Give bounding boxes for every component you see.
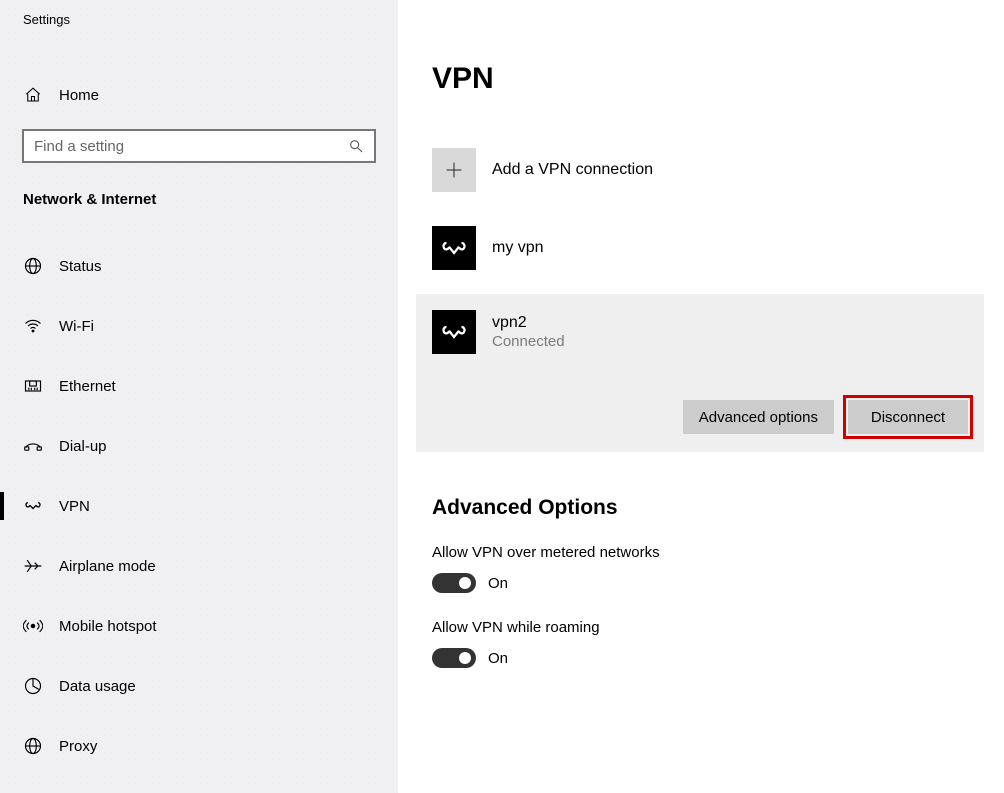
home-label: Home — [59, 87, 99, 104]
sidebar-item-label: Dial-up — [59, 438, 107, 455]
sidebar-item-label: Status — [59, 258, 102, 275]
sidebar-item-label: VPN — [59, 498, 90, 515]
nav-items: Status Wi-Fi — [0, 228, 398, 776]
hotspot-icon — [23, 616, 43, 636]
search-icon — [348, 138, 364, 154]
vpn-connection-item[interactable]: my vpn — [432, 216, 1004, 280]
vpn-icon — [23, 496, 43, 516]
proxy-icon — [23, 736, 43, 756]
sidebar-item-ethernet[interactable]: Ethernet — [0, 356, 398, 416]
advanced-options-button[interactable]: Advanced options — [683, 400, 834, 434]
sidebar-item-label: Airplane mode — [59, 558, 156, 575]
home-button[interactable]: Home — [0, 75, 398, 115]
sidebar-item-vpn[interactable]: VPN — [0, 476, 398, 536]
vpn-list: Add a VPN connection my vpn vpn2 Connect — [432, 138, 1004, 452]
sidebar-item-label: Wi-Fi — [59, 318, 94, 335]
option-label: Allow VPN while roaming — [432, 619, 1004, 636]
sidebar: Settings Home Network & Internet — [0, 0, 398, 793]
ethernet-icon — [23, 376, 43, 396]
sidebar-item-label: Mobile hotspot — [59, 618, 157, 635]
vpn-connection-item-selected[interactable]: vpn2 Connected Advanced options Disconne… — [416, 294, 984, 452]
sidebar-item-label: Data usage — [59, 678, 136, 695]
vpn-connection-name: my vpn — [492, 239, 544, 257]
sidebar-item-label: Proxy — [59, 738, 97, 755]
vpn-connection-name: vpn2 — [492, 314, 565, 332]
option-roaming: Allow VPN while roaming On — [432, 619, 1004, 668]
toggle-state: On — [488, 650, 508, 667]
sidebar-item-label: Ethernet — [59, 378, 116, 395]
toggle-state: On — [488, 575, 508, 592]
search-wrap — [22, 129, 376, 163]
globe-icon — [23, 256, 43, 276]
plus-icon — [432, 148, 476, 192]
home-icon — [23, 86, 43, 104]
sidebar-item-status[interactable]: Status — [0, 236, 398, 296]
sidebar-item-datausage[interactable]: Data usage — [0, 656, 398, 716]
vpn-connection-icon — [432, 226, 476, 270]
vpn-connection-icon — [432, 310, 476, 354]
search-box[interactable] — [22, 129, 376, 163]
sidebar-item-wifi[interactable]: Wi-Fi — [0, 296, 398, 356]
vpn-connection-status: Connected — [492, 333, 565, 350]
main-panel: VPN Add a VPN connection my vpn — [398, 0, 1004, 793]
disconnect-button[interactable]: Disconnect — [848, 400, 968, 434]
advanced-options-section: Advanced Options Allow VPN over metered … — [432, 496, 1004, 668]
page-title: VPN — [432, 62, 1004, 96]
datausage-icon — [23, 676, 43, 696]
option-metered: Allow VPN over metered networks On — [432, 544, 1004, 593]
add-vpn-button[interactable]: Add a VPN connection — [432, 138, 1004, 202]
advanced-options-title: Advanced Options — [432, 496, 1004, 520]
sidebar-item-dialup[interactable]: Dial-up — [0, 416, 398, 476]
section-header: Network & Internet — [0, 163, 398, 228]
airplane-icon — [23, 556, 43, 576]
window-title: Settings — [0, 0, 398, 27]
option-label: Allow VPN over metered networks — [432, 544, 1004, 561]
sidebar-item-hotspot[interactable]: Mobile hotspot — [0, 596, 398, 656]
sidebar-item-proxy[interactable]: Proxy — [0, 716, 398, 776]
toggle-roaming[interactable] — [432, 648, 476, 668]
wifi-icon — [23, 316, 43, 336]
dialup-icon — [23, 436, 43, 456]
add-vpn-label: Add a VPN connection — [492, 161, 653, 179]
sidebar-item-airplane[interactable]: Airplane mode — [0, 536, 398, 596]
search-input[interactable] — [34, 138, 348, 155]
toggle-metered[interactable] — [432, 573, 476, 593]
